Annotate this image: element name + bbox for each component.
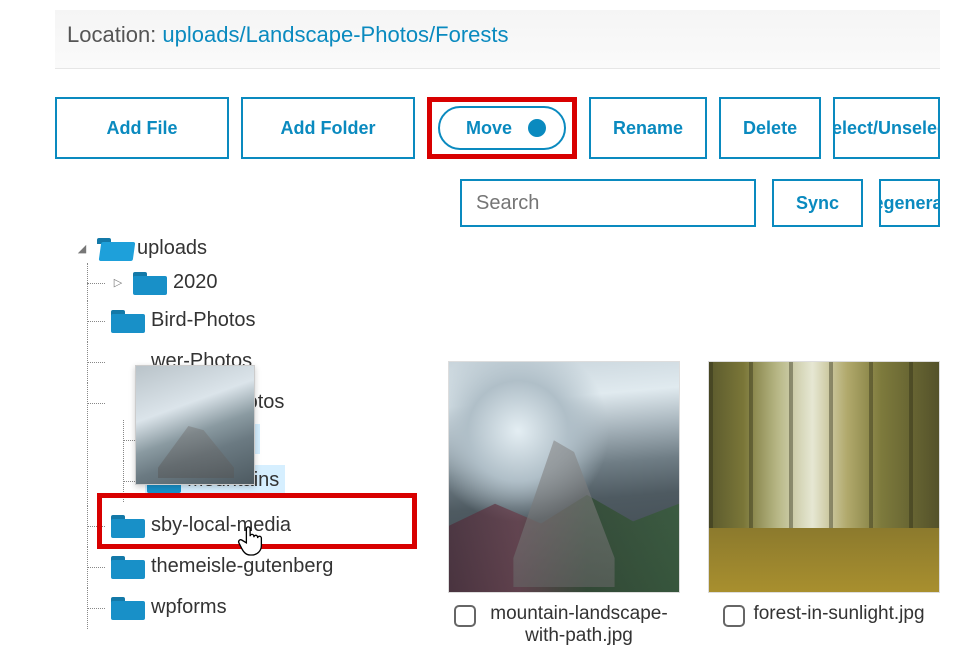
tree-node-wpforms[interactable]: wpforms	[109, 592, 233, 622]
file-item[interactable]: forest-in-sunlight.jpg	[708, 361, 940, 647]
location-label: Location:	[67, 22, 162, 47]
location-bar: Location: uploads/Landscape-Photos/Fores…	[55, 10, 940, 69]
tree-label: sby-local-media	[151, 514, 291, 537]
move-highlight-annotation: Move	[427, 97, 577, 159]
add-file-button[interactable]: Add File	[55, 97, 229, 159]
tree-label: 2020	[173, 271, 218, 294]
delete-button[interactable]: Delete	[719, 97, 821, 159]
search-input[interactable]	[460, 179, 756, 227]
tree-node-bird-photos[interactable]: Bird-Photos	[109, 305, 262, 335]
location-path[interactable]: uploads/Landscape-Photos/Forests	[162, 22, 508, 47]
add-folder-button[interactable]: Add Folder	[241, 97, 415, 159]
tree-label: themeisle-gutenberg	[151, 555, 333, 578]
folder-open-icon	[97, 235, 131, 261]
tree-node-uploads[interactable]: ◢ uploads	[73, 233, 213, 263]
file-gallery: mountain-landscape-with-path.jpg forest-…	[442, 223, 940, 647]
pointer-cursor-icon	[237, 523, 267, 557]
file-item[interactable]: mountain-landscape-with-path.jpg	[448, 361, 680, 647]
select-unselect-button[interactable]: Select/Unselect	[833, 97, 940, 159]
toolbar: Add File Add Folder Move Rename Delete S…	[55, 97, 940, 159]
folder-icon	[111, 594, 145, 620]
file-name: mountain-landscape-with-path.jpg	[484, 603, 674, 647]
tree-label: wpforms	[151, 596, 227, 619]
tree-label: Bird-Photos	[151, 309, 256, 332]
file-thumbnail[interactable]	[708, 361, 940, 593]
sync-button[interactable]: Sync	[772, 179, 863, 227]
file-checkbox[interactable]	[454, 605, 476, 627]
collapse-icon[interactable]: ◢	[75, 241, 89, 255]
tree-node-sby-local-media[interactable]: sby-local-media	[109, 510, 297, 540]
regenerate-button[interactable]: Regenerate	[879, 179, 940, 227]
expand-icon[interactable]: ▷	[111, 275, 125, 289]
radio-active-icon	[528, 119, 546, 137]
tree-node-themeisle-gutenberg[interactable]: themeisle-gutenberg	[109, 551, 339, 581]
folder-icon	[111, 553, 145, 579]
move-button[interactable]: Move	[438, 106, 566, 150]
folder-tree: ◢ uploads ▷ 2020 Bird-Photos	[55, 223, 442, 647]
rename-button[interactable]: Rename	[589, 97, 707, 159]
folder-icon	[111, 307, 145, 333]
dragging-thumbnail	[135, 365, 255, 485]
move-button-label: Move	[466, 118, 512, 139]
folder-icon	[111, 512, 145, 538]
sub-toolbar: Sync Regenerate	[460, 179, 940, 227]
tree-node-2020[interactable]: ▷ 2020	[109, 267, 224, 297]
file-checkbox[interactable]	[723, 605, 745, 627]
file-name: forest-in-sunlight.jpg	[753, 603, 924, 625]
file-thumbnail[interactable]	[448, 361, 680, 593]
tree-label: uploads	[137, 237, 207, 260]
folder-icon	[133, 269, 167, 295]
